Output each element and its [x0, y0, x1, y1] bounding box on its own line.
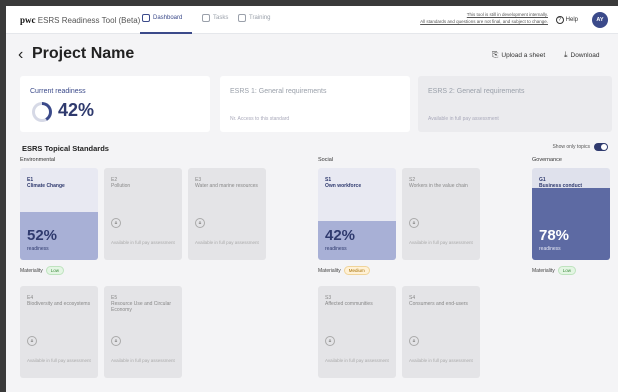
tile-availability: Available in full pay assessment	[409, 358, 473, 363]
tile-e1[interactable]: E1 Climate Change 52% readiness	[20, 168, 98, 260]
tile-name: Own workforce	[325, 183, 362, 189]
notice-line: All standards and questions are not fina…	[420, 19, 548, 24]
lock-icon: 🔒︎	[111, 336, 121, 346]
download-icon: ⤓	[564, 50, 568, 59]
status-label: Materiality	[318, 267, 341, 274]
tile-s3: S3 Affected communities 🔒︎ Available in …	[318, 286, 396, 378]
lock-icon: 🔒︎	[195, 218, 205, 228]
tab-training[interactable]: Training	[238, 14, 270, 22]
tile-value: 42%	[325, 227, 356, 244]
materiality-status-s1: Materiality Medium	[318, 266, 370, 275]
tile-e3: E3 Water and marine resources 🔒︎ Availab…	[188, 168, 266, 260]
tile-name: Workers in the value chain	[409, 183, 468, 189]
status-badge: Medium	[343, 266, 370, 275]
show-topics-toggle[interactable]: Show only topics	[552, 143, 608, 151]
esrs2-sub: Available in full pay assessment	[428, 116, 499, 122]
tile-name: Water and marine resources	[195, 183, 258, 189]
tile-value: 52%	[27, 227, 58, 244]
status-badge: Low	[45, 266, 65, 275]
tile-availability: Available in full pay assessment	[195, 240, 259, 245]
tile-e2: E2 Pollution 🔒︎ Available in full pay as…	[104, 168, 182, 260]
materiality-status-g1: Materiality Low	[532, 266, 577, 275]
active-tab-indicator	[140, 32, 192, 34]
status-label: Materiality	[20, 267, 43, 274]
lock-icon: 🔒︎	[27, 336, 37, 346]
tile-availability: Available in full pay assessment	[111, 240, 175, 245]
tile-e5: E5 Resource Use and Circular Economy 🔒︎ …	[104, 286, 182, 378]
esrs2-label: ESRS 2: General requirements	[428, 88, 525, 95]
brand: pwc ESRS Readiness Tool (Beta)	[20, 15, 140, 25]
top-bar: pwc ESRS Readiness Tool (Beta) Dashboard…	[6, 6, 618, 34]
upload-sheet-button[interactable]: ⎘ Upload a sheet	[492, 50, 545, 60]
tile-name: Biodiversity and ecosystems	[27, 301, 91, 307]
notice-line: This tool is still in development intern…	[466, 12, 548, 17]
training-icon	[238, 14, 246, 22]
lock-icon: 🔒︎	[409, 218, 419, 228]
download-label: Download	[570, 51, 600, 59]
esrs1-label: ESRS 1: General requirements	[230, 88, 327, 95]
tile-availability: Available in full pay assessment	[111, 358, 175, 363]
section-title: ESRS Topical Standards	[22, 144, 109, 153]
materiality-status-e1: Materiality Low	[20, 266, 65, 275]
group-governance: Governance	[532, 157, 562, 163]
tile-availability: Available in full pay assessment	[27, 358, 91, 363]
esrs1-card[interactable]: ESRS 1: General requirements Nr. Access …	[220, 76, 410, 132]
esrs1-sub: Nr. Access to this standard	[230, 116, 290, 122]
tile-availability: Available in full pay assessment	[325, 358, 389, 363]
tile-s1[interactable]: S1 Own workforce 42% readiness	[318, 168, 396, 260]
brand-logo: pwc	[20, 15, 36, 25]
help-button[interactable]: ? Help	[555, 16, 578, 24]
tab-label: Dashboard	[153, 15, 183, 21]
group-social: Social	[318, 157, 333, 163]
tile-g1[interactable]: G1 Business conduct 78% readiness	[532, 168, 610, 260]
lock-icon: 🔒︎	[325, 336, 335, 346]
tile-value: 78%	[539, 227, 570, 244]
lock-icon: 🔒︎	[409, 336, 419, 346]
tile-s4: S4 Consumers and end-users 🔒︎ Available …	[402, 286, 480, 378]
readiness-card: Current readiness 42%	[20, 76, 210, 132]
tile-name: Affected communities	[325, 301, 373, 307]
tile-e4: E4 Biodiversity and ecosystems 🔒︎ Availa…	[20, 286, 98, 378]
tab-label: Tasks	[213, 15, 229, 21]
dev-notice[interactable]: This tool is still in development intern…	[358, 11, 548, 25]
tile-readiness-label: readiness	[325, 246, 347, 252]
avatar[interactable]: AY	[592, 12, 608, 28]
tile-name: Business conduct	[539, 183, 583, 189]
help-icon: ?	[555, 16, 564, 24]
tile-readiness-label: readiness	[27, 246, 49, 252]
upload-label: Upload a sheet	[501, 51, 546, 59]
tab-dashboard[interactable]: Dashboard	[142, 14, 182, 22]
app-window: pwc ESRS Readiness Tool (Beta) Dashboard…	[6, 6, 618, 392]
lock-icon: 🔒︎	[111, 218, 121, 228]
page-title: Project Name	[32, 45, 135, 62]
tile-name: Resource Use and Circular Economy	[111, 301, 172, 313]
tile-name: Consumers and end-users	[409, 301, 468, 307]
status-label: Materiality	[532, 267, 555, 274]
upload-icon: ⎘	[492, 50, 499, 59]
group-environmental: Environmental	[20, 157, 56, 163]
readiness-label: Current readiness	[30, 88, 86, 95]
esrs2-card: ESRS 2: General requirements Available i…	[418, 76, 612, 132]
help-label: Help	[565, 17, 578, 23]
toggle-label: Show only topics	[552, 144, 590, 150]
tab-tasks[interactable]: Tasks	[202, 14, 228, 22]
toggle-switch[interactable]	[594, 143, 608, 151]
readiness-value: 42%	[58, 100, 95, 120]
tile-name: Climate Change	[27, 183, 65, 189]
tasks-icon	[202, 14, 210, 22]
tile-readiness-label: readiness	[539, 246, 561, 252]
dashboard-icon	[142, 14, 150, 22]
tile-name: Pollution	[111, 183, 131, 189]
tile-s2: S2 Workers in the value chain 🔒︎ Availab…	[402, 168, 480, 260]
readiness-ring	[32, 102, 52, 122]
tile-availability: Available in full pay assessment	[409, 240, 473, 245]
brand-subtitle: ESRS Readiness Tool (Beta)	[37, 16, 141, 25]
tab-label: Training	[249, 15, 271, 21]
status-badge: Low	[557, 266, 577, 275]
back-chevron-icon[interactable]: ‹	[18, 46, 23, 64]
download-button[interactable]: ⤓ Download	[564, 50, 599, 60]
